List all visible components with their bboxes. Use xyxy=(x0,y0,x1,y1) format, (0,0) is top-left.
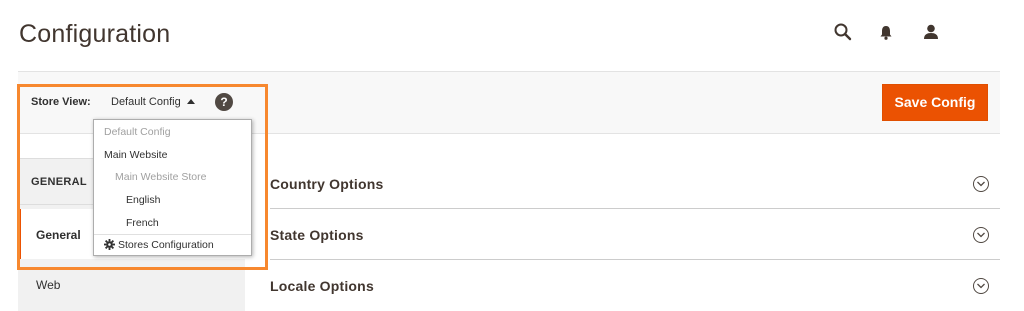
dropdown-item-main-website[interactable]: Main Website xyxy=(94,144,251,167)
help-icon[interactable]: ? xyxy=(215,93,233,111)
user-icon[interactable] xyxy=(921,22,941,42)
dropdown-item-stores-configuration[interactable]: Stores Configuration xyxy=(94,234,251,255)
section-country-options[interactable]: Country Options xyxy=(270,158,1000,209)
chevron-down-icon[interactable] xyxy=(973,176,989,192)
sidebar-item-label: General xyxy=(36,228,81,242)
section-title: State Options xyxy=(270,227,364,243)
section-state-options[interactable]: State Options xyxy=(270,209,1000,260)
dropdown-item-french[interactable]: French xyxy=(94,212,251,235)
caret-up-icon xyxy=(186,99,195,104)
sidebar-item-web[interactable]: Web xyxy=(18,259,245,309)
dropdown-item-default-config: Default Config xyxy=(104,126,171,138)
bell-icon[interactable] xyxy=(876,22,896,42)
sidebar-item-label: Web xyxy=(36,278,61,292)
store-view-current: Default Config xyxy=(111,96,181,108)
dropdown-item-english[interactable]: English xyxy=(94,189,251,212)
dropdown-item-main-website-store: Main Website Store xyxy=(115,171,207,183)
search-icon[interactable] xyxy=(833,22,853,42)
chevron-down-icon[interactable] xyxy=(973,227,989,243)
save-config-button[interactable]: Save Config xyxy=(882,84,988,121)
store-view-label: Store View: xyxy=(31,96,91,108)
chevron-down-icon[interactable] xyxy=(973,278,989,294)
store-view-switcher[interactable]: Default Config xyxy=(111,96,195,108)
sidebar-group-title: GENERAL xyxy=(31,176,87,188)
section-locale-options[interactable]: Locale Options xyxy=(270,260,1000,311)
store-view-dropdown: Default Config Main Website Main Website… xyxy=(93,119,252,256)
section-title: Country Options xyxy=(270,176,384,192)
section-title: Locale Options xyxy=(270,278,374,294)
gear-icon xyxy=(104,239,115,250)
page-title: Configuration xyxy=(19,20,171,48)
